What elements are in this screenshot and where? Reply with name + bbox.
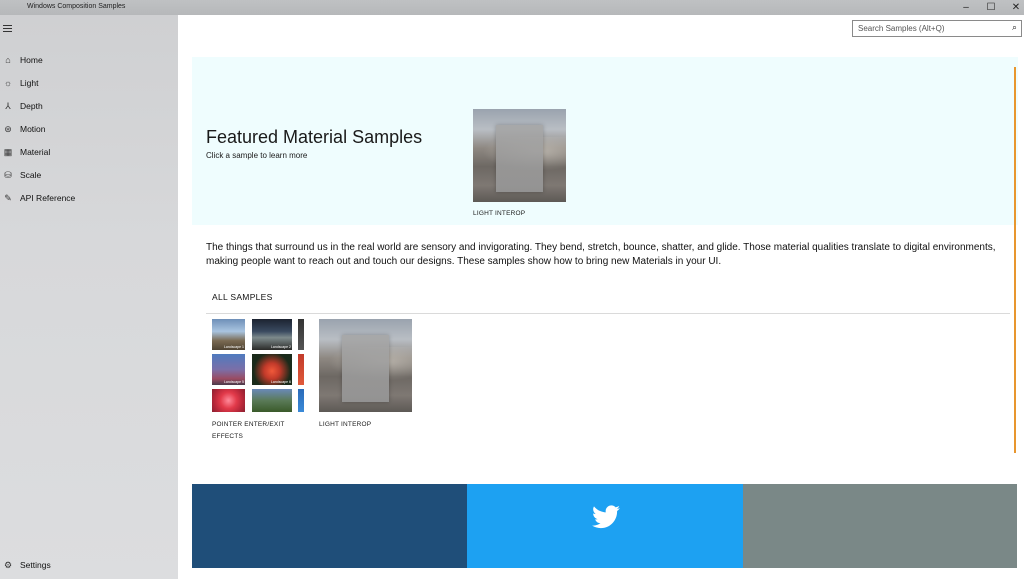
- sidebar-item-material[interactable]: ▦ Material: [0, 144, 178, 164]
- featured-light-interop-tile[interactable]: [473, 109, 566, 202]
- pencil-icon: ✎: [4, 193, 12, 203]
- sidebar-item-label: Motion: [20, 124, 46, 134]
- minimize-button[interactable]: –: [954, 0, 978, 15]
- title-bar: Windows Composition Samples – ☐ ✕: [0, 0, 1024, 15]
- sidebar-item-label: Light: [20, 78, 39, 88]
- glass-panel: [496, 124, 543, 192]
- footer-block-twitter[interactable]: [467, 484, 743, 568]
- light-icon: ☼: [3, 78, 13, 88]
- all-samples-header: ALL SAMPLES: [212, 292, 273, 302]
- sidebar-item-label: Settings: [20, 560, 51, 570]
- footer-block-left[interactable]: [192, 484, 467, 568]
- divider: [206, 313, 1010, 314]
- sidebar-item-label: Material: [20, 147, 51, 157]
- hamburger-icon[interactable]: [3, 25, 12, 34]
- material-icon: ▦: [3, 147, 13, 157]
- intro-text: The things that surround us in the real …: [206, 242, 996, 267]
- main-content: ⌕ Featured Material Samples Click a samp…: [179, 15, 1024, 579]
- sidebar-item-scale[interactable]: ⛁ Scale: [0, 167, 178, 187]
- sidebar-item-label: Depth: [20, 101, 43, 111]
- thumbnail-image: Landscape 5: [212, 354, 245, 385]
- thumbnail-image: [298, 319, 304, 350]
- sidebar-item-label: Scale: [20, 170, 42, 180]
- featured-subtitle: Click a sample to learn more: [206, 151, 308, 160]
- sidebar-item-light[interactable]: ☼ Light: [0, 75, 178, 95]
- sample-tile-label: LIGHT INTEROP: [319, 421, 372, 428]
- thumbnail-caption: Landscape 2: [270, 345, 291, 349]
- sample-tile-label: POINTER ENTER/EXIT EFFECTS: [212, 421, 285, 440]
- sidebar-item-label: Home: [20, 55, 43, 65]
- thumbnail-caption: Landscape 5: [223, 380, 244, 384]
- home-icon: ⌂: [5, 55, 11, 65]
- sidebar-item-depth[interactable]: ⅄ Depth: [0, 98, 178, 118]
- sidebar-item-home[interactable]: ⌂ Home: [0, 52, 178, 72]
- thumbnail-image: Landscape 6: [252, 354, 292, 385]
- search-box[interactable]: ⌕: [852, 20, 1022, 37]
- featured-banner: Featured Material Samples Click a sample…: [192, 57, 1018, 225]
- thumbnail-image: [212, 389, 245, 412]
- search-icon[interactable]: ⌕: [1012, 22, 1017, 33]
- window-title: Windows Composition Samples: [27, 3, 126, 10]
- close-button[interactable]: ✕: [1004, 0, 1024, 15]
- maximize-button[interactable]: ☐: [979, 0, 1003, 15]
- search-input[interactable]: [858, 23, 1003, 34]
- featured-tile-label: LIGHT INTEROP: [473, 210, 526, 217]
- glass-panel: [342, 334, 389, 402]
- thumbnail-image: [298, 389, 304, 412]
- thumbnail-caption: Landscape 1: [223, 345, 244, 349]
- scale-icon: ⛁: [4, 170, 12, 180]
- thumbnail-image: [298, 354, 304, 385]
- featured-title: Featured Material Samples: [206, 127, 423, 147]
- sidebar-item-label: API Reference: [20, 193, 76, 203]
- gear-icon: ⚙: [3, 560, 13, 570]
- thumbnail-caption: Landscape 6: [270, 380, 291, 384]
- twitter-icon: [592, 505, 620, 529]
- thumbnail-image: Landscape 1: [212, 319, 245, 350]
- sidebar-item-api-reference[interactable]: ✎ API Reference: [0, 190, 178, 210]
- motion-icon: ⊛: [4, 124, 12, 134]
- sidebar-item-settings[interactable]: ⚙ Settings: [0, 557, 178, 577]
- thumbnail-image: Landscape 2: [252, 319, 292, 350]
- scroll-accent-bar: [1014, 67, 1016, 453]
- sidebar-item-motion[interactable]: ⊛ Motion: [0, 121, 178, 141]
- depth-icon: ⅄: [5, 101, 11, 111]
- sidebar: ⌂ Home ☼ Light ⅄ Depth ⊛ Motion ▦ Materi…: [0, 15, 178, 579]
- footer-block-right[interactable]: [743, 484, 1017, 568]
- thumbnail-image: [252, 389, 292, 412]
- light-interop-tile[interactable]: [319, 319, 412, 412]
